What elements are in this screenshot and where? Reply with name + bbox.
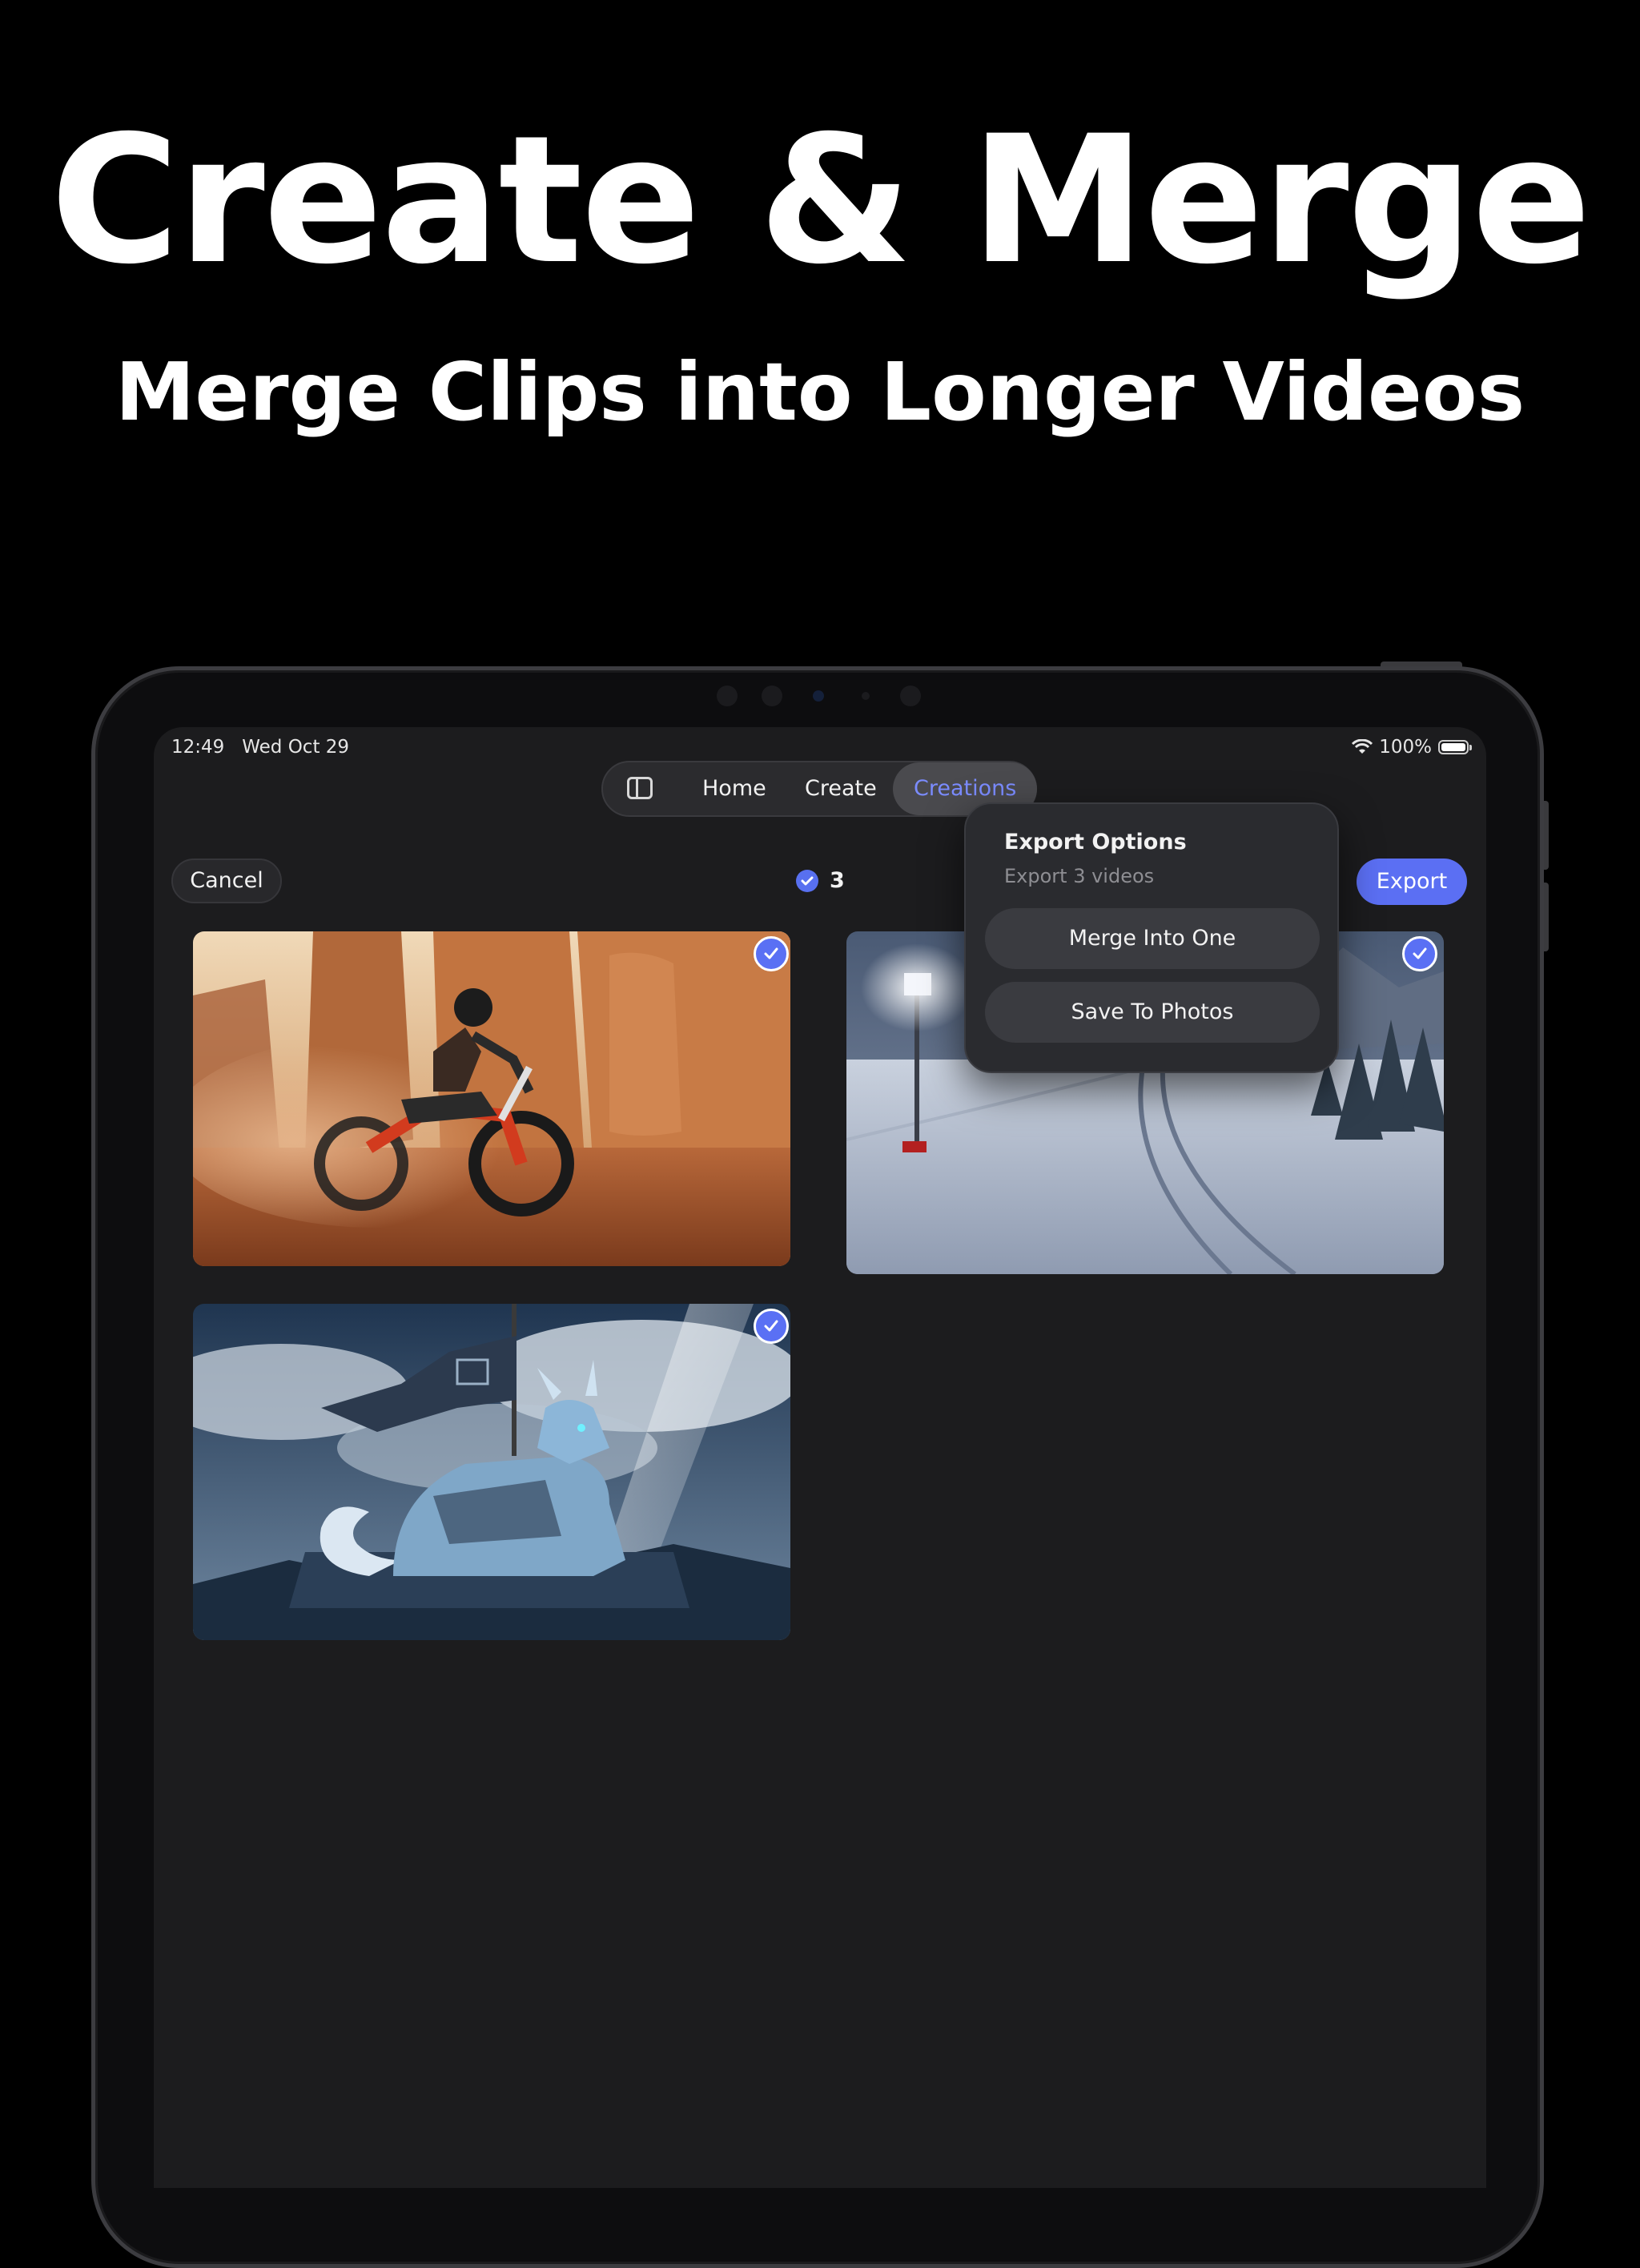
front-sensor — [717, 686, 738, 706]
tab-home[interactable]: Home — [702, 762, 766, 815]
status-time: 12:49 — [171, 737, 225, 758]
front-sensor — [900, 686, 921, 706]
cancel-button[interactable]: Cancel — [171, 859, 282, 903]
app-screen: 12:49 Wed Oct 29 100% Home Create Creati… — [154, 727, 1486, 2188]
video-thumbnail-motocross[interactable] — [193, 931, 790, 1266]
selected-count: 3 — [830, 868, 845, 893]
checkmark-icon — [796, 869, 818, 892]
status-date: Wed Oct 29 — [242, 737, 350, 758]
save-to-photos-button[interactable]: Save To Photos — [985, 982, 1320, 1043]
selection-counter: 3 — [796, 868, 845, 893]
selected-checkmark-icon[interactable] — [754, 936, 789, 971]
status-bar-datetime: 12:49 Wed Oct 29 — [171, 737, 349, 758]
front-camera-lens — [813, 690, 824, 702]
status-bar-right: 100% — [1352, 737, 1472, 758]
selected-checkmark-icon[interactable] — [754, 1309, 789, 1344]
wifi-icon — [1352, 739, 1373, 754]
ice-dragon-image — [193, 1304, 790, 1640]
battery-icon — [1438, 740, 1472, 754]
export-options-popover: Export Options Export 3 videos Merge Int… — [964, 802, 1339, 1073]
top-tab-bar: Home Create Creations — [601, 761, 1038, 817]
export-button[interactable]: Export — [1357, 859, 1467, 905]
battery-percent: 100% — [1379, 737, 1432, 758]
merge-into-one-button[interactable]: Merge Into One — [985, 908, 1320, 969]
tab-create[interactable]: Create — [805, 762, 877, 815]
popover-title: Export Options — [1004, 830, 1187, 855]
motocross-image — [193, 931, 790, 1266]
video-thumbnail-ice-dragon[interactable] — [193, 1304, 790, 1640]
promo-subheadline: Merge Clips into Longer Videos — [115, 345, 1525, 439]
popover-subtitle: Export 3 videos — [1004, 865, 1155, 887]
promo-headline: Create & Merge — [50, 98, 1591, 303]
front-sensor — [862, 692, 870, 700]
sidebar-toggle-icon[interactable] — [627, 777, 653, 799]
selected-checkmark-icon[interactable] — [1402, 936, 1437, 971]
front-sensor — [762, 686, 782, 706]
